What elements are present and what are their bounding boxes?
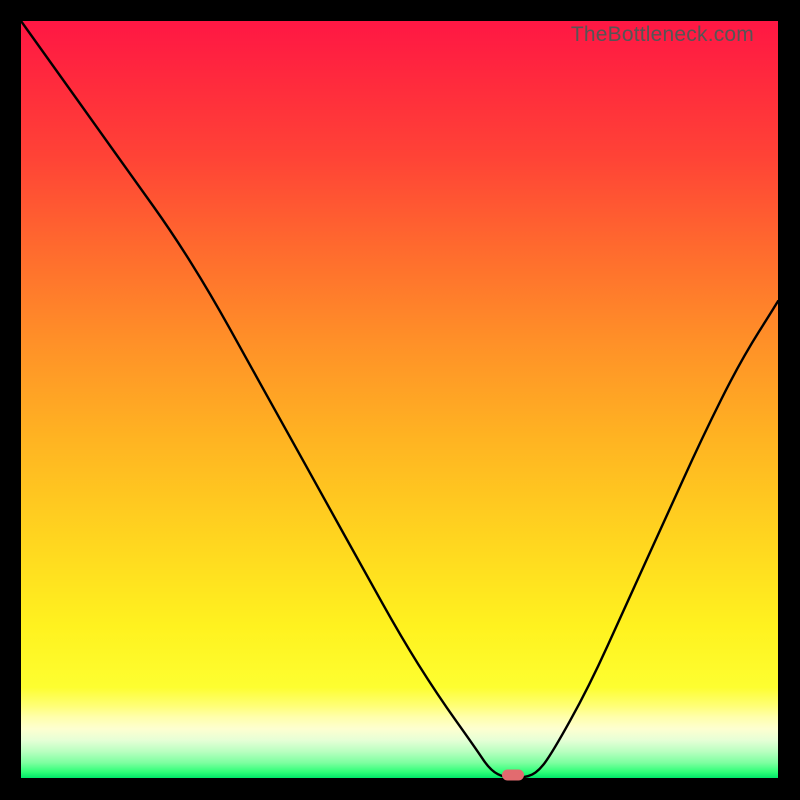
chart-frame: TheBottleneck.com	[0, 0, 800, 800]
optimal-marker	[502, 770, 524, 781]
bottleneck-curve	[21, 21, 778, 778]
plot-area: TheBottleneck.com	[21, 21, 778, 778]
